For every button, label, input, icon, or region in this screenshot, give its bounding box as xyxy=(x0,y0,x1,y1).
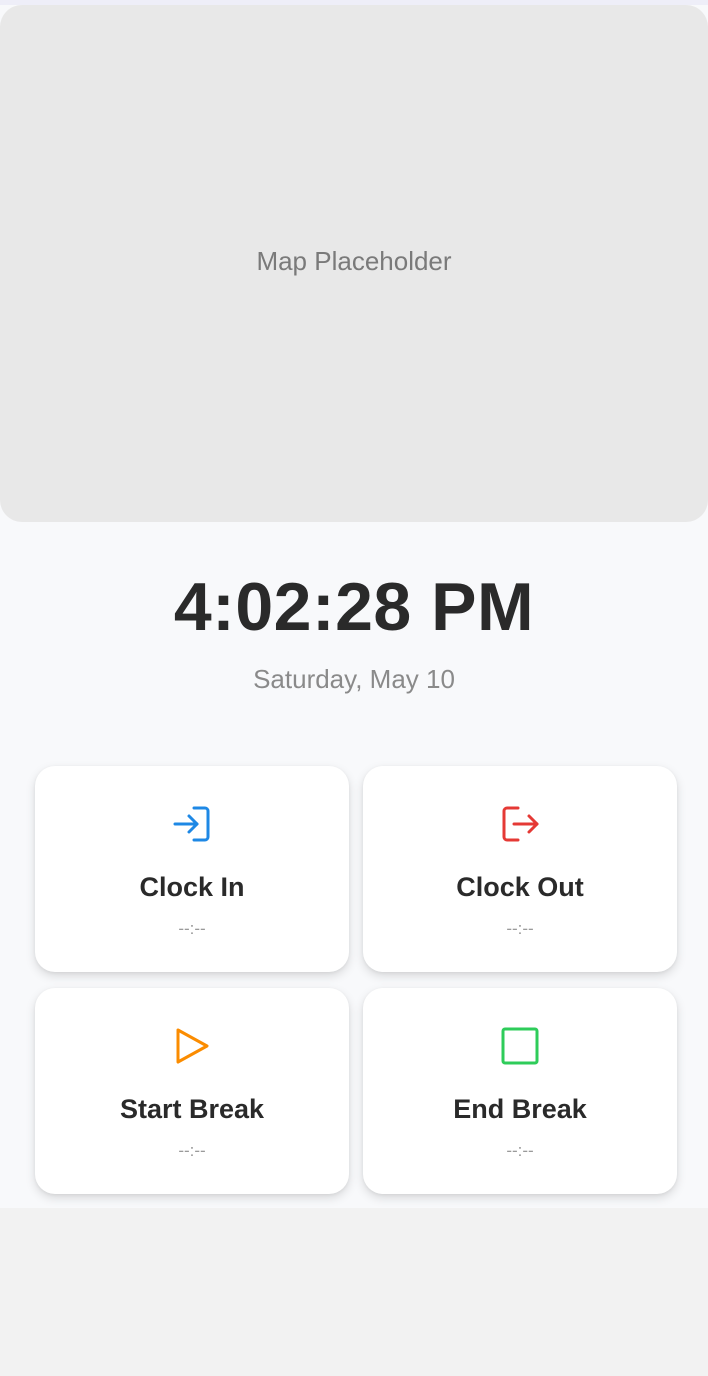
start-break-label: Start Break xyxy=(119,1094,265,1124)
start-break-button[interactable]: Start Break --:-- xyxy=(35,988,349,1194)
login-icon xyxy=(173,806,210,842)
clock-out-time: --:-- xyxy=(506,919,534,938)
map-area[interactable]: Map Placeholder xyxy=(0,5,708,522)
current-time: 4:02:28 PM xyxy=(173,569,535,645)
app-screen: Map Placeholder 4:02:28 PM Saturday, May… xyxy=(0,0,708,1208)
end-break-time: --:-- xyxy=(506,1141,534,1160)
end-break-button[interactable]: End Break --:-- xyxy=(363,988,677,1194)
clock-out-button[interactable]: Clock Out --:-- xyxy=(363,766,677,972)
clock-out-label: Clock Out xyxy=(456,872,584,902)
end-break-label: End Break xyxy=(453,1094,587,1124)
clock-in-button[interactable]: Clock In --:-- xyxy=(35,766,349,972)
map-placeholder-label: Map Placeholder xyxy=(256,246,452,276)
play-icon xyxy=(176,1028,209,1064)
logout-icon xyxy=(502,806,539,842)
stop-icon xyxy=(501,1027,539,1065)
clock-in-label: Clock In xyxy=(139,872,245,902)
start-break-time: --:-- xyxy=(178,1141,206,1160)
current-date: Saturday, May 10 xyxy=(253,664,455,694)
clock-in-time: --:-- xyxy=(178,919,206,938)
